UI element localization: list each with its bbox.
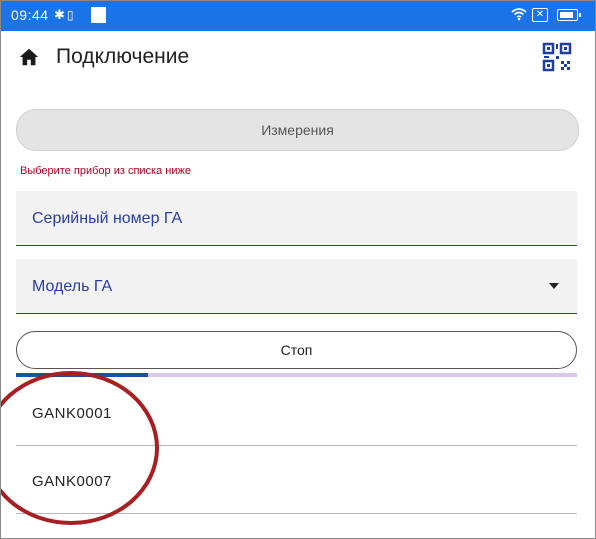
vibrate-icon: ▯ xyxy=(67,8,74,22)
model-dropdown[interactable]: Модель ГА xyxy=(16,259,577,314)
sim-off-icon: ✕ xyxy=(532,8,548,22)
qr-scan-icon[interactable] xyxy=(541,41,573,73)
serial-number-label: Серийный номер ГА xyxy=(32,210,183,227)
notification-square-icon xyxy=(91,7,106,23)
serial-number-field[interactable]: Серийный номер ГА xyxy=(16,191,577,246)
wifi-icon xyxy=(511,8,527,21)
page-title: Подключение xyxy=(56,45,190,68)
measurements-button[interactable]: Измерения xyxy=(16,109,579,151)
bluetooth-icon: ✱ xyxy=(54,7,65,22)
dropdown-arrow-icon xyxy=(549,283,559,289)
status-time: 09:44 xyxy=(11,7,49,23)
battery-icon xyxy=(557,9,581,21)
app-screen: 09:44 ✱ ▯ ✕ Подключение Измерения Выбери… xyxy=(0,0,596,539)
status-bar: 09:44 ✱ ▯ ✕ xyxy=(1,1,595,31)
model-label: Модель ГА xyxy=(32,278,113,295)
stop-button[interactable]: Стоп xyxy=(16,331,577,369)
hint-text: Выберите прибор из списка ниже xyxy=(20,165,191,177)
home-icon[interactable] xyxy=(18,46,40,68)
